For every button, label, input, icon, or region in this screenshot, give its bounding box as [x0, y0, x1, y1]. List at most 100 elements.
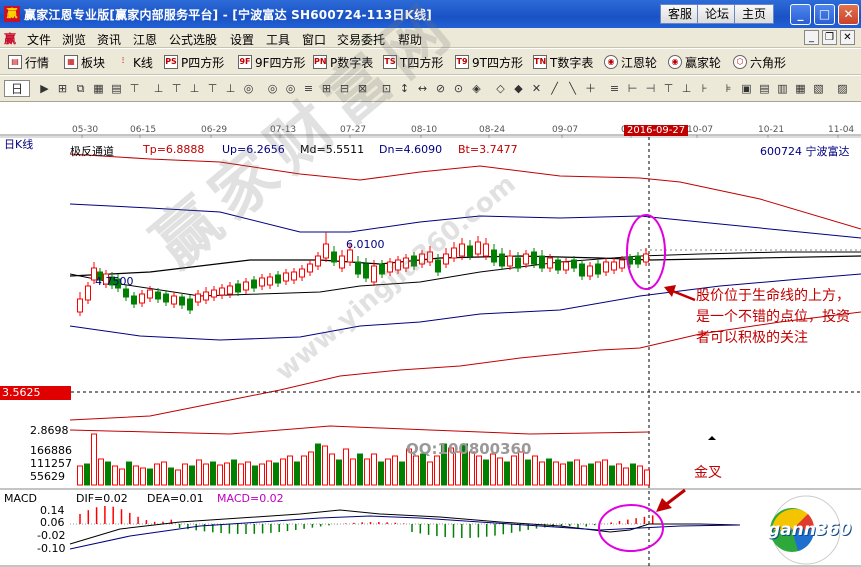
draw-tool-33-icon[interactable]: ⊤: [660, 80, 677, 97]
9t-square-button[interactable]: T9 9T四方形: [455, 54, 523, 70]
candle-body: [155, 291, 161, 300]
draw-tool-27-icon[interactable]: ╱: [546, 80, 563, 97]
draw-tool-3-icon[interactable]: ▦: [90, 80, 107, 97]
draw-tool-29-icon[interactable]: ＋: [582, 80, 599, 97]
menu-news[interactable]: 资讯: [97, 31, 121, 48]
draw-tool-21-icon[interactable]: ⊘: [432, 80, 449, 97]
volume-bar: [175, 469, 181, 486]
candle-body: [339, 255, 345, 269]
date-tick: 06-29: [201, 125, 227, 135]
volume-bar: [392, 455, 398, 486]
volume-bar: [364, 458, 370, 486]
volume-bar: [525, 459, 531, 486]
draw-tool-38-icon[interactable]: ▤: [756, 80, 773, 97]
menu-browse[interactable]: 浏览: [62, 31, 86, 48]
draw-tool-31-icon[interactable]: ⊢: [624, 80, 641, 97]
hexagon-button[interactable]: ⬡ 六角形: [733, 54, 786, 70]
draw-tool-1-icon[interactable]: ⊞: [54, 80, 71, 97]
quote-button[interactable]: ▤ 行情: [8, 54, 49, 70]
menu-formula[interactable]: 公式选股: [169, 31, 217, 48]
close-icon[interactable]: ✕: [838, 4, 859, 25]
candle-body: [171, 295, 177, 305]
volume-marker-icon: [708, 436, 716, 440]
period-select[interactable]: 日: [4, 80, 30, 97]
volume-bar: [595, 461, 601, 486]
draw-tool-34-icon[interactable]: ⊥: [678, 80, 695, 97]
sector-button[interactable]: ▦ 板块: [64, 54, 105, 70]
draw-tool-8-icon[interactable]: ⊥: [186, 80, 203, 97]
volume-bar: [532, 455, 538, 486]
candle-body: [355, 261, 361, 275]
volume-bar: [483, 459, 489, 486]
p-square-button[interactable]: PS P四方形: [164, 54, 224, 70]
draw-tool-9-icon[interactable]: ⊤: [204, 80, 221, 97]
kline-button[interactable]: ⫶ K线: [116, 54, 153, 70]
menu-file[interactable]: 文件: [27, 31, 51, 48]
date-tick: 08-24: [479, 125, 505, 135]
candle-body: [555, 259, 561, 271]
macd-name: MACD: [4, 492, 37, 505]
candle-body: [139, 293, 145, 304]
candle-body: [123, 288, 129, 298]
home-button[interactable]: 主页: [734, 4, 775, 24]
draw-tool-2-icon[interactable]: ⧉: [72, 80, 89, 97]
draw-tool-10-icon[interactable]: ⊥: [222, 80, 239, 97]
draw-tool-32-icon[interactable]: ⊣: [642, 80, 659, 97]
draw-tool-40-icon[interactable]: ▦: [792, 80, 809, 97]
draw-tool-0-icon[interactable]: ▶: [36, 80, 53, 97]
maximize-icon[interactable]: □: [814, 4, 835, 25]
service-button[interactable]: 客服: [660, 4, 701, 24]
candle-body: [267, 276, 273, 286]
draw-tool-11-icon[interactable]: ◎: [240, 80, 257, 97]
gann-wheel-button[interactable]: ◉ 江恩轮: [604, 54, 657, 70]
price-high-label: 6.0100: [346, 238, 385, 251]
forum-button[interactable]: 论坛: [697, 4, 738, 24]
draw-tool-23-icon[interactable]: ◈: [468, 80, 485, 97]
9f-square-button[interactable]: 9F 9F四方形: [238, 54, 306, 70]
candle-body: [547, 257, 553, 269]
chart-area[interactable]: 05-30 06-15 06-29 07-13 07-27 08-10 08-24 09-07…: [0, 0, 861, 567]
winner-wheel-button[interactable]: ◉ 赢家轮: [668, 54, 721, 70]
draw-tool-42-icon[interactable]: ▨: [834, 80, 851, 97]
vol-label-2: 111257: [30, 457, 72, 470]
draw-tool-22-icon[interactable]: ⊙: [450, 80, 467, 97]
volume-bar: [336, 459, 342, 486]
draw-tool-25-icon[interactable]: ◆: [510, 80, 527, 97]
draw-tool-28-icon[interactable]: ╲: [564, 80, 581, 97]
menu-settings[interactable]: 设置: [230, 31, 254, 48]
t-number-table-button[interactable]: TN T数字表: [533, 54, 593, 70]
draw-tool-41-icon[interactable]: ▧: [810, 80, 827, 97]
mdi-close-icon[interactable]: ✕: [840, 30, 855, 45]
volume-bar: [196, 459, 202, 486]
menu-window[interactable]: 窗口: [302, 31, 326, 48]
period-label: 日K线: [4, 138, 34, 151]
draw-tool-4-icon[interactable]: ▤: [108, 80, 125, 97]
volume-bar: [126, 461, 132, 486]
draw-tool-39-icon[interactable]: ▥: [774, 80, 791, 97]
candle-body: [227, 285, 233, 295]
candle-body: [515, 257, 521, 269]
candle-body: [539, 255, 545, 269]
draw-tool-37-icon[interactable]: ▣: [738, 80, 755, 97]
date-tick: 08-10: [411, 125, 437, 135]
ps-icon: PS: [164, 55, 178, 69]
draw-tool-7-icon[interactable]: ⊤: [168, 80, 185, 97]
mdi-restore-icon[interactable]: ❐: [822, 30, 837, 45]
draw-tool-35-icon[interactable]: ⊦: [696, 80, 713, 97]
draw-tool-26-icon[interactable]: ✕: [528, 80, 545, 97]
candle-body: [363, 263, 369, 279]
menu-gann[interactable]: 江恩: [133, 31, 157, 48]
volume-bar: [378, 461, 384, 486]
draw-tool-6-icon[interactable]: ⊥: [150, 80, 167, 97]
draw-tool-36-icon[interactable]: ⊧: [720, 80, 737, 97]
volume-bar: [105, 461, 111, 486]
draw-tool-5-icon[interactable]: ⊤: [126, 80, 143, 97]
candle-body: [187, 298, 193, 311]
minimize-icon[interactable]: _: [790, 4, 811, 25]
candle-body: [259, 277, 265, 287]
menu-tools[interactable]: 工具: [266, 31, 290, 48]
draw-tool-30-icon[interactable]: ≡: [606, 80, 623, 97]
mdi-minimize-icon[interactable]: _: [804, 30, 819, 45]
draw-tool-24-icon[interactable]: ◇: [492, 80, 509, 97]
date-tick: 11-04: [828, 125, 854, 135]
